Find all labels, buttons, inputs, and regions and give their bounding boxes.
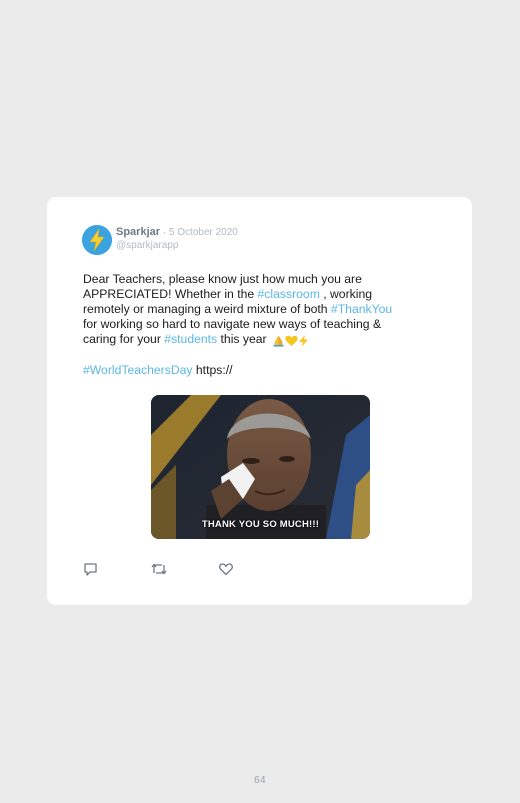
media-image: [151, 395, 370, 539]
lightning-bolt-icon: [82, 225, 112, 255]
tweet-text-segment: Dear Teachers, please know just how much…: [83, 272, 362, 286]
tweet-line: Dear Teachers, please know just how much…: [83, 272, 443, 287]
retweet-button[interactable]: [150, 561, 167, 577]
tweet-line: APPRECIATED! Whether in the #classroom ,…: [83, 287, 443, 302]
hashtag-link[interactable]: #WorldTeachersDay: [83, 363, 193, 377]
tweet-text-segment: remotely or managing a weird mixture of …: [83, 302, 331, 316]
hashtag-link[interactable]: #ThankYou: [331, 302, 392, 316]
emoji-group: [272, 333, 309, 348]
high-voltage-emoji-icon: [299, 334, 308, 347]
author-name[interactable]: Sparkjar: [116, 226, 160, 238]
tweet-text: Dear Teachers, please know just how much…: [83, 272, 443, 378]
tweet-text-segment: this year: [217, 332, 270, 346]
tweet-text-segment: APPRECIATED! Whether in the: [83, 287, 258, 301]
author-handle[interactable]: @sparkjarapp: [116, 240, 178, 251]
like-icon: [219, 563, 233, 576]
media-caption: THANK YOU SO MUCH!!!: [201, 519, 320, 530]
like-button[interactable]: [218, 561, 234, 577]
reply-icon: [84, 563, 97, 576]
folded-hands-emoji-icon: [273, 335, 284, 347]
tweet-line: for working so hard to navigate new ways…: [83, 317, 443, 332]
retweet-icon: [151, 563, 167, 575]
reply-button[interactable]: [83, 561, 99, 577]
tweet-text-segment: , working: [319, 287, 372, 301]
tweet-date: 5 October 2020: [168, 227, 238, 238]
page-number: 64: [253, 775, 267, 786]
tweet-text-segment: for working so hard to navigate new ways…: [83, 317, 382, 331]
tweet-line: caring for your #students this year: [83, 332, 443, 348]
hashtag-link[interactable]: #classroom: [258, 287, 320, 301]
yellow-heart-emoji-icon: [285, 335, 298, 346]
author-separator: ·: [160, 227, 169, 238]
tweet-line: #WorldTeachersDay https://: [83, 363, 443, 378]
hashtag-link[interactable]: #students: [164, 332, 217, 346]
tweet-line: remotely or managing a weird mixture of …: [83, 302, 443, 317]
avatar[interactable]: [82, 225, 112, 255]
author-line: Sparkjar · 5 October 2020: [116, 226, 238, 238]
tweet-media-gif[interactable]: THANK YOU SO MUCH!!!: [151, 395, 370, 539]
tweet-text-segment: caring for your: [83, 332, 165, 346]
tweet-url-link[interactable]: https://: [193, 363, 233, 377]
tweet-card: Sparkjar · 5 October 2020 @sparkjarapp D…: [47, 197, 472, 605]
